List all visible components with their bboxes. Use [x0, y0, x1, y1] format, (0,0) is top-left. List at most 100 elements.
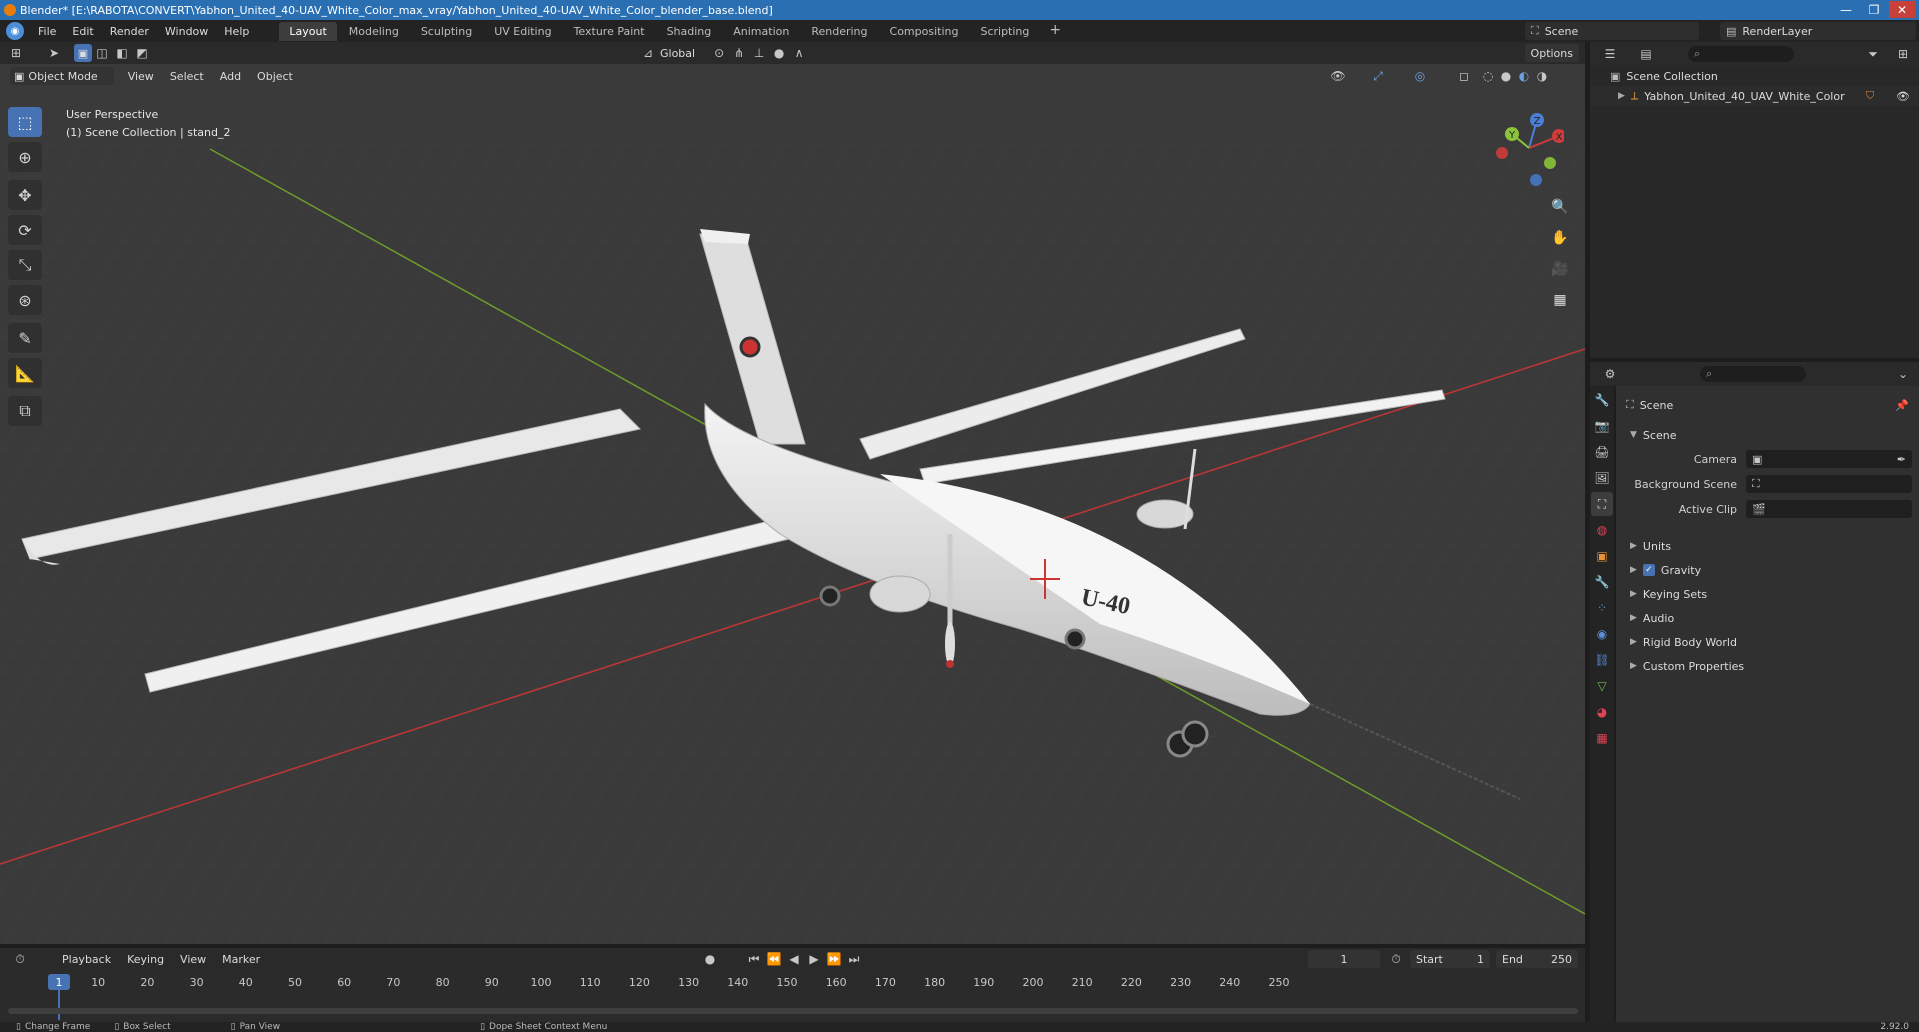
select-mode-subtract-icon[interactable]: ◧ [112, 44, 132, 62]
overlay-toggle-icon[interactable]: ◎ [1410, 67, 1430, 85]
viewport-menu-view[interactable]: View [120, 70, 162, 83]
timeline-menu-view[interactable]: View [172, 953, 214, 966]
pan-hand-icon[interactable]: ✋ [1546, 224, 1574, 252]
rigid-body-world-panel-header[interactable]: ▶ Rigid Body World [1616, 631, 1919, 653]
units-panel-header[interactable]: ▶ Units [1616, 535, 1919, 557]
scene-selector[interactable]: ⛶ Scene [1525, 22, 1699, 40]
prev-keyframe-icon[interactable]: ⏪ [764, 950, 784, 968]
end-frame-field[interactable]: End 250 [1496, 950, 1578, 968]
eye-icon[interactable]: 👁 [1896, 90, 1910, 103]
outliner-filter-icon[interactable]: ⏷ [1863, 45, 1883, 63]
data-props-icon[interactable]: ▽ [1591, 674, 1613, 698]
constraints-props-icon[interactable]: ⛓ [1591, 648, 1613, 672]
scale-tool-icon[interactable]: ⤡ [8, 250, 42, 280]
jump-start-icon[interactable]: ⏮ [744, 950, 764, 968]
3d-viewport[interactable]: U-40 X Y Z [0, 64, 1585, 944]
modifier-props-icon[interactable]: 🔧 [1591, 570, 1613, 594]
blender-logo-icon[interactable]: ◉ [6, 22, 24, 40]
add-cube-tool-icon[interactable]: ⧉ [8, 396, 42, 426]
timeline-scrollbar[interactable] [8, 1008, 1578, 1014]
editor-type-icon[interactable]: ⊞ [6, 44, 26, 62]
scene-props-icon[interactable]: ⛶ [1591, 492, 1613, 516]
tab-scripting[interactable]: Scripting [970, 22, 1039, 41]
tab-sculpting[interactable]: Sculpting [411, 22, 482, 41]
timeline-menu-marker[interactable]: Marker [214, 953, 268, 966]
play-icon[interactable]: ▶ [804, 950, 824, 968]
measure-tool-icon[interactable]: 📐 [8, 358, 42, 388]
tab-texture-paint[interactable]: Texture Paint [564, 22, 655, 41]
select-mode-new-icon[interactable]: ▣ [74, 44, 92, 62]
viewport-menu-select[interactable]: Select [162, 70, 212, 83]
menu-edit[interactable]: Edit [64, 25, 101, 38]
world-props-icon[interactable]: ◍ [1591, 518, 1613, 542]
tab-rendering[interactable]: Rendering [801, 22, 877, 41]
audio-panel-header[interactable]: ▶ Audio [1616, 607, 1919, 629]
select-mode-invert-icon[interactable]: ◩ [132, 44, 152, 62]
close-button[interactable]: ✕ [1889, 1, 1915, 18]
keying-sets-panel-header[interactable]: ▶ Keying Sets [1616, 583, 1919, 605]
transform-orientation-select[interactable]: Global [658, 44, 709, 62]
outliner-row-scene-collection[interactable]: ▣ Scene Collection [1590, 66, 1919, 86]
shading-wireframe-icon[interactable]: ◌ [1478, 67, 1498, 85]
timeline-editor-type-icon[interactable]: ⏱ [10, 950, 30, 968]
tab-shading[interactable]: Shading [657, 22, 722, 41]
start-frame-field[interactable]: Start 1 [1410, 950, 1490, 968]
object-mode-select[interactable]: ▣ Object Mode [10, 67, 114, 85]
properties-search-input[interactable]: ⌕ [1700, 366, 1806, 382]
cursor-tool-icon[interactable]: ⊕ [8, 142, 42, 172]
preview-range-icon[interactable]: ⏱ [1386, 950, 1406, 968]
active-clip-field[interactable]: 🎬 [1746, 500, 1912, 518]
custom-properties-panel-header[interactable]: ▶ Custom Properties [1616, 655, 1919, 677]
menu-render[interactable]: Render [102, 25, 157, 38]
texture-props-icon[interactable]: ▦ [1591, 726, 1613, 750]
background-scene-field[interactable]: ⛶ [1746, 475, 1912, 493]
pivot-point-icon[interactable]: ⊙ [709, 44, 729, 62]
menu-help[interactable]: Help [216, 25, 257, 38]
rotate-tool-icon[interactable]: ⟳ [8, 215, 42, 245]
select-mode-extend-icon[interactable]: ◫ [92, 44, 112, 62]
tab-compositing[interactable]: Compositing [880, 22, 969, 41]
gravity-checkbox[interactable]: ✓ [1642, 564, 1655, 576]
timeline-menu-keying[interactable]: Keying [119, 953, 172, 966]
outliner-display-mode-icon[interactable]: ▤ [1636, 45, 1656, 63]
particles-props-icon[interactable]: ⁘ [1591, 596, 1613, 620]
annotate-tool-icon[interactable]: ✎ [8, 323, 42, 353]
timeline-ruler[interactable]: 1 10 20 30 40 50 60 70 80 90 100 110 120 130 140 150 160… [0, 970, 1585, 1022]
add-workspace-button[interactable]: + [1041, 22, 1069, 41]
view-layer-props-icon[interactable]: 🖼 [1591, 466, 1613, 490]
camera-field[interactable]: ▣ ✒ [1746, 450, 1912, 468]
perspective-toggle-icon[interactable]: ▦ [1546, 286, 1574, 314]
tab-modeling[interactable]: Modeling [339, 22, 409, 41]
select-tool-icon[interactable]: ➤ [44, 44, 64, 62]
xray-icon[interactable]: ◻ [1454, 67, 1474, 85]
tool-props-icon[interactable]: 🔧 [1591, 388, 1613, 412]
proportional-edit-icon[interactable]: ● [769, 44, 789, 62]
menu-window[interactable]: Window [157, 25, 216, 38]
minimize-button[interactable]: — [1833, 1, 1859, 18]
object-props-icon[interactable]: ▣ [1591, 544, 1613, 568]
transform-tool-icon[interactable]: ⊛ [8, 285, 42, 315]
render-layer-selector[interactable]: ▤ RenderLayer [1720, 22, 1916, 40]
select-box-tool-icon[interactable]: ⬚ [8, 107, 42, 137]
viewport-menu-add[interactable]: Add [212, 70, 249, 83]
navigation-gizmo[interactable]: X Y Z [1494, 108, 1564, 188]
expand-arrow-icon[interactable]: ▶ [1618, 91, 1625, 101]
shading-rendered-icon[interactable]: ◑ [1532, 67, 1552, 85]
move-tool-icon[interactable]: ✥ [8, 180, 42, 210]
gizmo-toggle-icon[interactable]: ⤢ [1368, 67, 1388, 85]
properties-options-icon[interactable]: ⌄ [1893, 365, 1913, 383]
output-props-icon[interactable]: 🖨 [1591, 440, 1613, 464]
shading-material-icon[interactable]: ◐ [1514, 67, 1534, 85]
menu-file[interactable]: File [30, 25, 64, 38]
material-props-icon[interactable]: ◕ [1591, 700, 1613, 724]
visibility-icon[interactable]: 👁 [1328, 67, 1348, 85]
outliner-search-input[interactable]: ⌕ [1688, 46, 1794, 62]
snap-target-icon[interactable]: ⊥ [749, 44, 769, 62]
next-keyframe-icon[interactable]: ⏩ [824, 950, 844, 968]
outliner-editor-type-icon[interactable]: ☰ [1600, 45, 1620, 63]
outliner-row-uav[interactable]: ▶ ⟂ Yabhon_United_40_UAV_White_Color ⛉ 👁 [1590, 86, 1919, 106]
scene-panel-header[interactable]: ▼ Scene [1616, 424, 1919, 446]
gravity-panel-header[interactable]: ▶ ✓ Gravity [1616, 559, 1919, 581]
snap-icon[interactable]: ⋔ [729, 44, 749, 62]
camera-view-icon[interactable]: 🎥 [1546, 255, 1574, 283]
